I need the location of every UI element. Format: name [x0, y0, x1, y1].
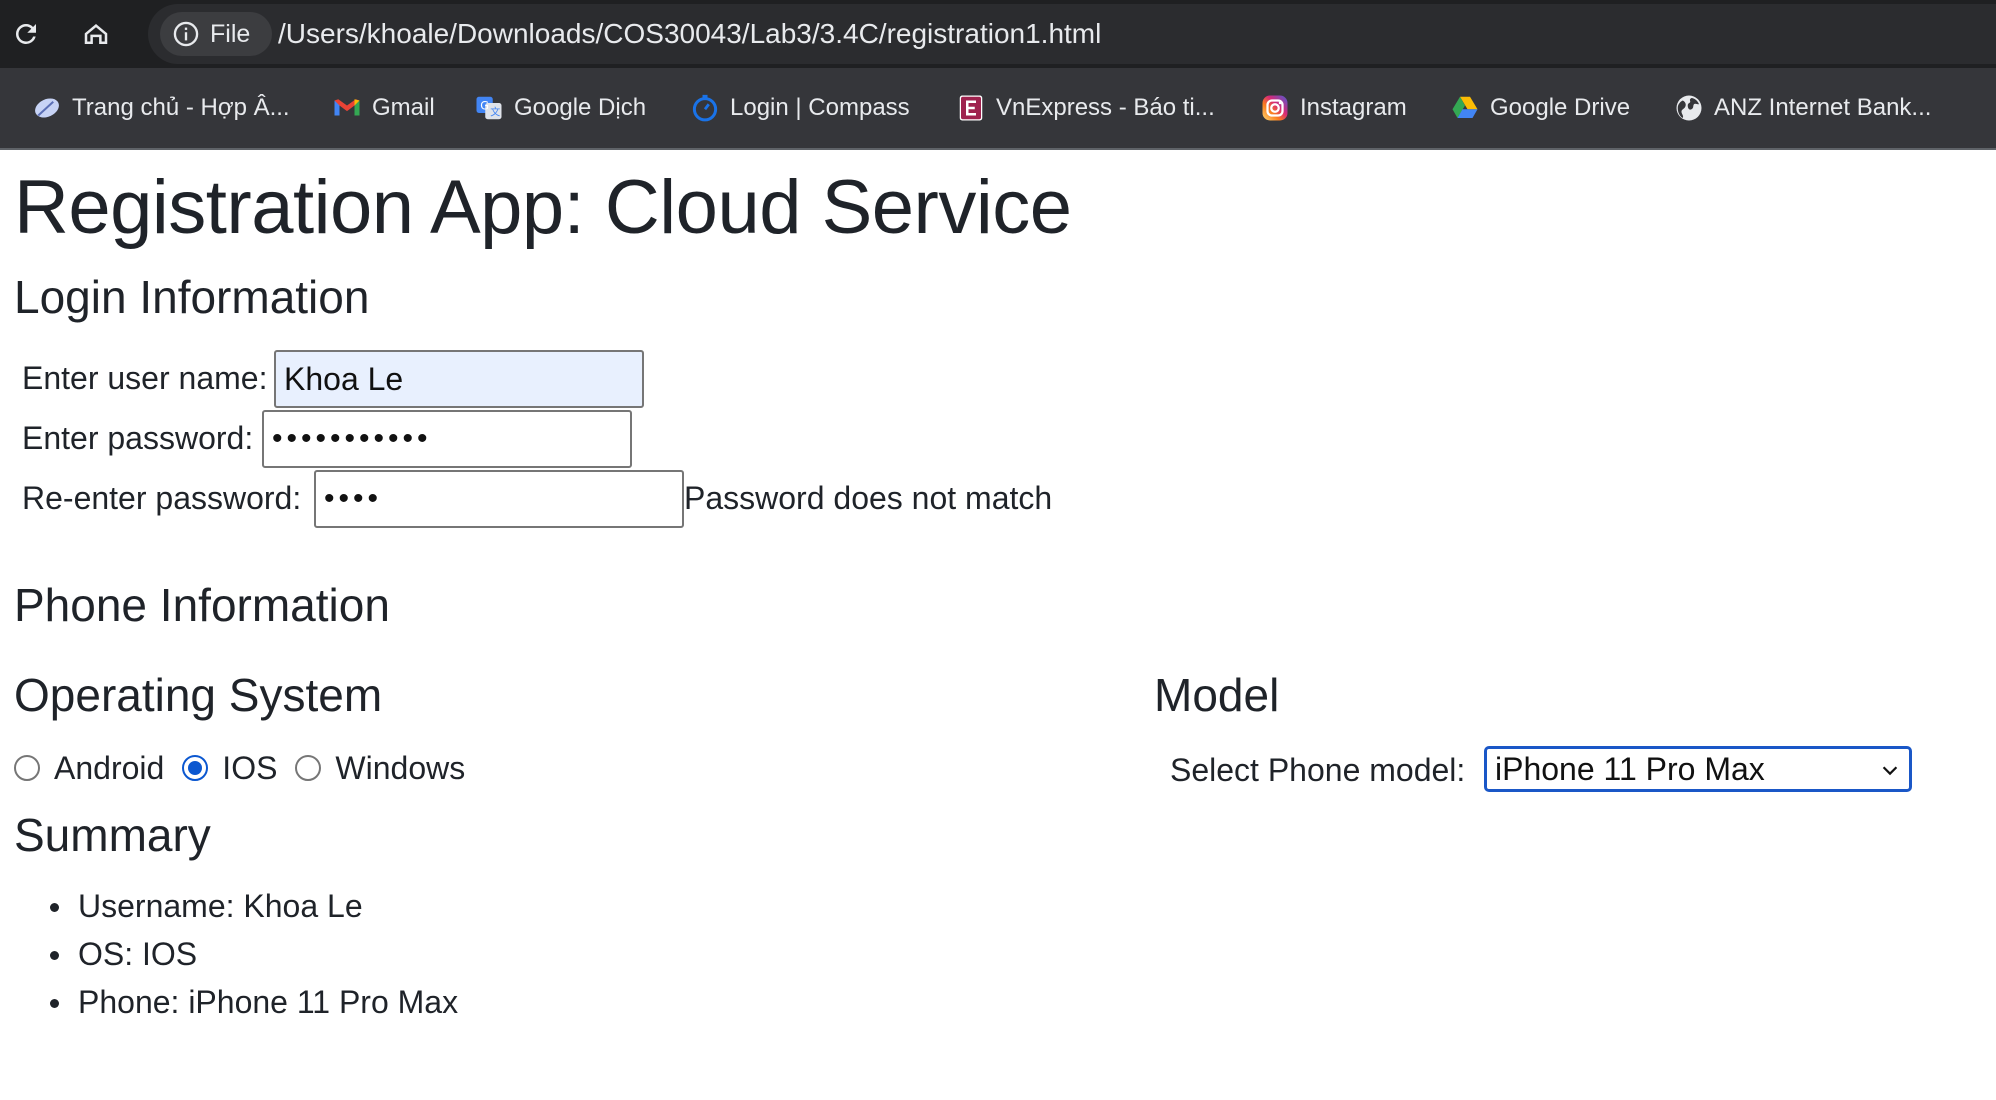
bookmark-instagram[interactable]: Instagram [1260, 88, 1407, 128]
os-radio-label: Android [54, 749, 165, 786]
list-item: OS: IOS [50, 930, 458, 978]
model-heading: Model [1154, 669, 1280, 721]
os-heading: Operating System [14, 669, 383, 721]
password-input[interactable]: ••••••••••• [262, 410, 632, 468]
os-radio-label: IOS [222, 749, 278, 786]
gmail-icon [334, 99, 360, 116]
summary-list: Username: Khoa Le OS: IOS Phone: iPhone … [50, 882, 458, 1026]
globe-icon [1676, 95, 1702, 121]
reload-button[interactable] [2, 10, 50, 58]
home-icon [84, 24, 108, 44]
login-heading: Login Information [14, 271, 370, 323]
phone-heading: Phone Information [14, 579, 390, 631]
username-label: Enter user name: [22, 360, 268, 396]
bookmark-label: Google Drive [1490, 94, 1631, 121]
password-label: Enter password: [22, 420, 254, 456]
bookmark-label: Instagram [1300, 94, 1407, 121]
google-drive-icon [1452, 96, 1478, 118]
bookmark-label: Gmail [372, 94, 435, 121]
bookmark-vnexpress[interactable]: VnExpress - Báo ti... [956, 88, 1215, 128]
bookmark-label: VnExpress - Báo ti... [996, 94, 1215, 121]
page-content: Registration App: Cloud Service Login In… [0, 150, 1996, 1100]
reenter-password-label: Re-enter password: [22, 480, 302, 516]
bookmark-label: Google Dịch [514, 94, 647, 121]
bookmark-google-drive[interactable]: Google Drive [1450, 88, 1630, 128]
list-item: Phone: iPhone 11 Pro Max [50, 978, 458, 1026]
bookmark-compass[interactable]: Login | Compass [690, 88, 910, 128]
phone-model-select[interactable]: iPhone 11 Pro Max [1484, 746, 1912, 792]
compass-icon [692, 94, 718, 122]
vnexpress-icon [959, 95, 983, 121]
os-radio-label: Windows [335, 749, 466, 786]
bookmark-label: ANZ Internet Bank... [1714, 94, 1932, 121]
page-title: Registration App: Cloud Service [14, 165, 1072, 250]
summary-heading: Summary [14, 809, 211, 861]
list-item: Username: Khoa Le [50, 882, 458, 930]
home-button[interactable] [72, 10, 120, 58]
svg-text:文: 文 [490, 106, 500, 119]
username-input[interactable]: Khoa Le [274, 350, 644, 408]
url-text[interactable]: /Users/khoale/Downloads/COS30043/Lab3/3.… [278, 4, 1101, 64]
bookmark-label: Trang chủ - Hợp Â... [72, 94, 290, 121]
os-radio-ios[interactable] [182, 755, 209, 781]
reenter-password-input[interactable]: •••• [314, 470, 684, 528]
instagram-icon [1262, 95, 1288, 121]
bookmark-trang-chu[interactable]: Trang chủ - Hợp Â... [32, 88, 290, 128]
password-mismatch-message: Password does not match [684, 480, 1053, 516]
select-value: iPhone 11 Pro Max [1495, 750, 1765, 787]
info-icon [173, 21, 199, 47]
google-translate-icon: G 文 [476, 96, 502, 120]
model-select-label: Select Phone model: [1170, 752, 1466, 788]
bookmark-google-dich[interactable]: G 文 Google Dịch [474, 88, 646, 128]
bookmarks-bar: Trang chủ - Hợp Â... Gmail G 文 Google Dị… [0, 68, 1996, 150]
address-bar[interactable]: File /Users/khoale/Downloads/COS30043/La… [148, 4, 1996, 64]
bookmark-label: Login | Compass [730, 94, 910, 121]
os-radio-android[interactable] [14, 755, 40, 781]
browser-toolbar: File /Users/khoale/Downloads/COS30043/La… [0, 0, 1996, 68]
os-radio-windows[interactable] [295, 755, 322, 781]
feather-icon [35, 98, 59, 118]
reload-icon [15, 23, 36, 44]
site-info-chip[interactable]: File [160, 12, 272, 56]
chevron-down-icon [1882, 766, 1898, 776]
site-chip-label: File [210, 19, 251, 48]
bookmark-anz[interactable]: ANZ Internet Bank... [1674, 88, 1931, 128]
svg-text:G: G [480, 99, 489, 112]
bookmark-gmail[interactable]: Gmail [332, 88, 435, 128]
os-radio-group: Android IOS Windows [14, 746, 483, 790]
